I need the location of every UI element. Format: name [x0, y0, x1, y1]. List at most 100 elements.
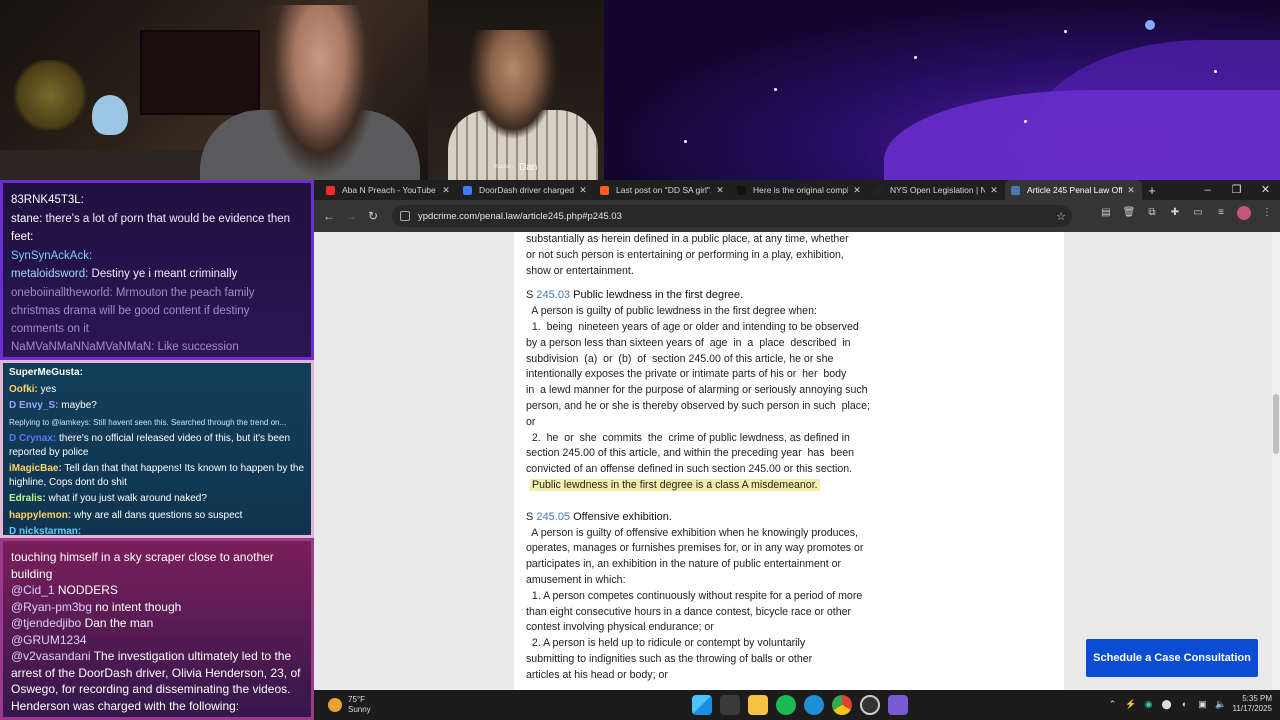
scrollbar-thumb[interactable] — [1273, 394, 1279, 454]
intro-text: substantially as herein defined in a pub… — [526, 232, 1052, 279]
browser-tab[interactable]: NYS Open Legislation | NYS ✕ — [868, 180, 1005, 200]
extension-icon[interactable]: ⧉ — [1145, 206, 1159, 220]
screen: Radar... Dan 83RNK45T3L: stane: there's a… — [0, 0, 1280, 720]
chat-panel-bottom[interactable]: touching himself in a sky scraper close … — [0, 538, 314, 720]
section-link[interactable]: 245.05 — [536, 511, 570, 523]
document-line: section 245.00 of this article, and with… — [526, 447, 855, 460]
page-scrollbar[interactable] — [1272, 232, 1280, 690]
chat-text: Dan the man — [81, 616, 154, 630]
new-tab-button[interactable]: + — [1142, 183, 1162, 198]
stream-video-area: Radar... Dan — [0, 0, 1280, 180]
reload-icon[interactable]: ↻ — [362, 209, 384, 223]
star — [774, 88, 777, 91]
tab-close-icon[interactable]: ✕ — [715, 185, 725, 196]
puzzle-icon[interactable]: ✚ — [1168, 206, 1182, 220]
chat-message: @Ryan-pm3bg no intent though — [11, 599, 303, 616]
document-line: by a person less than sixteen years of a… — [526, 336, 851, 349]
chat-username[interactable]: D Envy_S: — [9, 400, 58, 411]
chat-username[interactable]: D nickstarman: — [9, 526, 81, 535]
document-line: intentionally exposes the private or int… — [526, 368, 847, 381]
forward-icon[interactable]: → — [340, 209, 362, 223]
chat-username[interactable]: happylemon: — [9, 510, 71, 521]
address-bar[interactable]: ypdcrime.com/penal.law/article245.php#p2… — [392, 205, 1072, 227]
chat-username[interactable]: feet: — [11, 231, 33, 243]
browser-tab[interactable]: Article 245 Penal Law Offe ✕ — [1005, 180, 1142, 200]
weather-widget[interactable]: 75°F Sunny — [328, 695, 371, 715]
chat-message: metaloidsword: Destiny ye i meant crimin… — [11, 265, 303, 284]
chat-mention[interactable]: @tjendedjibo — [11, 616, 81, 630]
trash-icon[interactable]: 🗑 — [1122, 206, 1136, 220]
chrome-icon[interactable] — [832, 695, 852, 715]
highlight-line: Public lewdness in the first degree is a… — [526, 478, 1052, 494]
schedule-consultation-button[interactable]: Schedule a Case Consultation — [1086, 639, 1258, 677]
reader-icon[interactable]: ▤ — [1099, 206, 1113, 220]
app-icon[interactable] — [888, 695, 908, 715]
app-tray-icon[interactable]: ⬤ — [1161, 698, 1173, 710]
weather-temp: 75°F — [348, 695, 365, 704]
menu-icon[interactable]: ⋮ — [1260, 206, 1274, 220]
chat-mention[interactable]: @v2vasandani — [11, 649, 91, 663]
chat-mention[interactable]: @Ryan-pm3bg — [11, 600, 92, 614]
chat-username[interactable]: SuperMeGusta: — [9, 367, 83, 378]
tab-close-icon[interactable]: ✕ — [852, 185, 862, 196]
chat-panel-top[interactable]: 83RNK45T3L: stane: there's a lot of porn … — [0, 180, 314, 360]
browser-tab[interactable]: DoorDash driver charged af ✕ — [457, 180, 594, 200]
chat-username[interactable]: iMagicBae: — [9, 463, 62, 474]
chat-message: @Cid_1 NODDERS — [11, 582, 303, 599]
minimize-button[interactable]: – — [1193, 180, 1222, 200]
chat-username[interactable]: SynSynAckAck: — [11, 250, 92, 262]
clock-time: 5:35 PM — [1242, 694, 1272, 703]
section-link[interactable]: 245.03 — [536, 289, 570, 301]
clock[interactable]: 5:35 PM 11/17/2025 — [1233, 694, 1272, 714]
browser-tab[interactable]: Aba N Preach - YouTube ✕ — [320, 180, 457, 200]
spotify-icon[interactable] — [776, 695, 796, 715]
file-explorer-icon[interactable] — [748, 695, 768, 715]
volume-icon[interactable]: 🔈 — [1215, 698, 1227, 710]
close-window-button[interactable]: ✕ — [1251, 180, 1280, 200]
chat-mention[interactable]: @GRUM1234 — [11, 633, 87, 647]
chat-username[interactable]: Edralis: — [9, 493, 46, 504]
maximize-button[interactable]: ❐ — [1222, 180, 1251, 200]
back-icon[interactable]: ← — [318, 209, 340, 223]
guest-head — [468, 30, 558, 140]
tab-close-icon[interactable]: ✕ — [441, 185, 451, 196]
chat-text: no intent though — [91, 599, 182, 614]
space-background — [604, 0, 1280, 180]
chat-username[interactable]: metaloidsword: — [11, 268, 88, 280]
site-info-icon[interactable] — [400, 211, 410, 221]
chat-panel-middle[interactable]: SuperMeGusta: Oofki: yes D Envy_S: maybe?… — [0, 360, 314, 538]
browser-tab[interactable]: Last post on "DD SA girl", ar ✕ — [594, 180, 731, 200]
url-text: ypdcrime.com/penal.law/article245.php#p2… — [418, 210, 622, 222]
tab-close-icon[interactable]: ✕ — [578, 185, 588, 196]
chat-username[interactable]: stane: — [11, 213, 42, 225]
chat-message: Oofki: yes — [9, 383, 305, 397]
circle-app-icon[interactable]: ◉ — [1143, 698, 1155, 710]
web-page[interactable]: substantially as herein defined in a pub… — [314, 232, 1280, 690]
highlighted-text: Public lewdness in the first degree is a… — [530, 478, 820, 491]
start-icon[interactable] — [692, 695, 712, 715]
cast-icon[interactable]: ▭ — [1191, 206, 1205, 220]
edge-icon[interactable] — [804, 695, 824, 715]
tabs: Aba N Preach - YouTube ✕ DoorDash driver c… — [320, 180, 1142, 200]
document-line: person, and he or she is thereby observe… — [526, 399, 870, 412]
chat-username[interactable]: 83RNK45T3L: — [11, 194, 84, 206]
playlist-icon[interactable]: ≡ — [1214, 206, 1228, 220]
chat-username[interactable]: D Crynax: — [9, 433, 56, 444]
chat-message: D Envy_S: maybe? — [9, 399, 305, 413]
tab-close-icon[interactable]: ✕ — [1126, 185, 1136, 196]
bookmark-star-icon[interactable]: ☆ — [1056, 210, 1066, 223]
chat-mention[interactable]: @Cid_1 — [11, 583, 55, 597]
tab-close-icon[interactable]: ✕ — [989, 185, 999, 196]
task-view-icon[interactable] — [720, 695, 740, 715]
steam-icon[interactable]: ◐ — [1179, 698, 1191, 710]
chat-username[interactable]: Oofki: — [9, 384, 38, 395]
document-line: convicted of an offense defined in such … — [526, 463, 853, 476]
obs-icon[interactable] — [860, 695, 880, 715]
chevron-up-icon[interactable]: ⌃ — [1107, 698, 1119, 710]
browser-tab[interactable]: Here is the original compla ✕ — [731, 180, 868, 200]
network-icon[interactable]: ▣ — [1197, 698, 1209, 710]
lightning-icon[interactable]: ⚡ — [1125, 698, 1137, 710]
star — [914, 56, 917, 59]
profile-avatar[interactable] — [1237, 206, 1251, 220]
star — [1064, 30, 1067, 33]
